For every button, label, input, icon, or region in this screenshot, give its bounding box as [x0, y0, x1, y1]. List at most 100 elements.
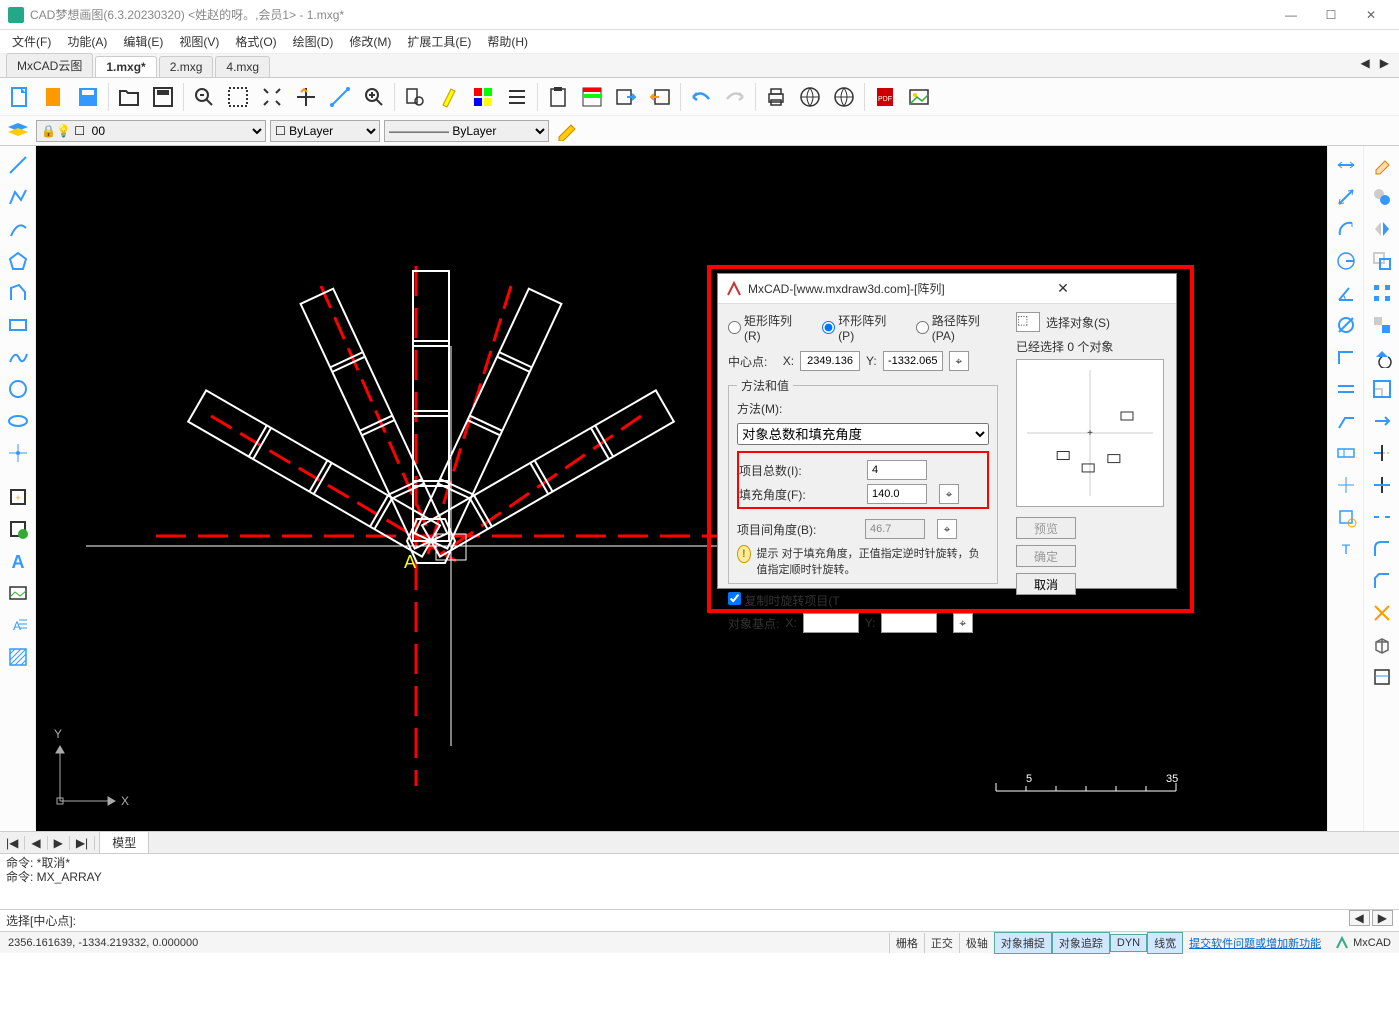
- select-objects-button[interactable]: ⬚: [1016, 312, 1040, 332]
- tab-2mxg[interactable]: 2.mxg: [159, 56, 214, 77]
- zoom-extents-button[interactable]: [256, 81, 288, 113]
- save-button[interactable]: [72, 81, 104, 113]
- web-button[interactable]: [828, 81, 860, 113]
- radio-rect-array[interactable]: 矩形阵列(R): [728, 312, 804, 343]
- menu-file[interactable]: 文件(F): [4, 30, 59, 53]
- mtext-tool[interactable]: A: [3, 610, 33, 640]
- extend-button[interactable]: [1367, 470, 1397, 500]
- mirror-button[interactable]: [1367, 214, 1397, 244]
- dim-angular-button[interactable]: [1331, 278, 1361, 308]
- image-tool[interactable]: [3, 578, 33, 608]
- properties-button[interactable]: [1367, 662, 1397, 692]
- ellipse-tool[interactable]: [3, 406, 33, 436]
- offset-button[interactable]: [1367, 246, 1397, 276]
- point-tool[interactable]: [3, 438, 33, 468]
- zoom-previous-button[interactable]: [188, 81, 220, 113]
- pick-item-angle-button[interactable]: ⌖: [937, 519, 957, 539]
- dim-radius-button[interactable]: [1331, 246, 1361, 276]
- tab-cloud[interactable]: MxCAD云图: [6, 53, 93, 77]
- radio-path-array[interactable]: 路径阵列(PA): [916, 312, 998, 343]
- erase-button[interactable]: [1367, 150, 1397, 180]
- command-input[interactable]: 选择[中心点]: ◀ ▶: [0, 909, 1399, 931]
- tab-prev-button[interactable]: ◀: [1357, 56, 1374, 70]
- pick-base-button[interactable]: ⌖: [953, 613, 973, 633]
- new-file-button[interactable]: [4, 81, 36, 113]
- menu-edit[interactable]: 编辑(E): [115, 30, 171, 53]
- rectangle-tool[interactable]: [3, 310, 33, 340]
- menu-help[interactable]: 帮助(H): [479, 30, 536, 53]
- status-grid[interactable]: 栅格: [889, 933, 924, 953]
- maximize-button[interactable]: ☐: [1311, 1, 1351, 29]
- dialog-close-button[interactable]: ✕: [958, 280, 1168, 297]
- cloud-button[interactable]: [1331, 502, 1361, 532]
- mtab-first[interactable]: |◀: [0, 836, 25, 850]
- status-ortho[interactable]: 正交: [924, 933, 959, 953]
- leader-button[interactable]: [1331, 406, 1361, 436]
- zoom-realtime-button[interactable]: [358, 81, 390, 113]
- radio-polar-array[interactable]: 环形阵列(P): [822, 312, 898, 343]
- edit-pencil-button[interactable]: [553, 119, 581, 143]
- chamfer-button[interactable]: [1367, 566, 1397, 596]
- undo-button[interactable]: [685, 81, 717, 113]
- center-x-input[interactable]: [800, 351, 860, 371]
- cmd-scroll-right[interactable]: ▶: [1372, 910, 1393, 926]
- tab-4mxg[interactable]: 4.mxg: [215, 56, 270, 77]
- preview-button[interactable]: 预览: [1016, 517, 1076, 539]
- linetype-selector[interactable]: ————— ByLayer: [384, 120, 549, 142]
- array-button[interactable]: [1367, 278, 1397, 308]
- text-tool[interactable]: A: [3, 546, 33, 576]
- arc-tool[interactable]: [3, 214, 33, 244]
- status-lweight[interactable]: 线宽: [1147, 932, 1183, 954]
- circle-tool[interactable]: [3, 374, 33, 404]
- status-osnap[interactable]: 对象捕捉: [994, 932, 1052, 954]
- box3d-button[interactable]: [1367, 630, 1397, 660]
- text-style-button[interactable]: T: [1331, 534, 1361, 564]
- hatch-tool[interactable]: [3, 642, 33, 672]
- cancel-button[interactable]: 取消: [1016, 573, 1076, 595]
- highlight-button[interactable]: [433, 81, 465, 113]
- layer-selector[interactable]: 🔒💡 ☐ 00: [36, 120, 266, 142]
- dialog-titlebar[interactable]: MxCAD-[www.mxdraw3d.com]-[阵列] ✕: [718, 274, 1176, 304]
- pan-button[interactable]: [290, 81, 322, 113]
- scale-button[interactable]: [1367, 374, 1397, 404]
- minimize-button[interactable]: —: [1271, 1, 1311, 29]
- line-tool[interactable]: [3, 150, 33, 180]
- redo-button[interactable]: [719, 81, 751, 113]
- menu-modify[interactable]: 修改(M): [341, 30, 399, 53]
- layer-properties-button[interactable]: [576, 81, 608, 113]
- menu-view[interactable]: 视图(V): [171, 30, 227, 53]
- break-button[interactable]: [1367, 502, 1397, 532]
- import-button[interactable]: [644, 81, 676, 113]
- pick-center-button[interactable]: ⌖: [949, 351, 969, 371]
- tab-1mxg[interactable]: 1.mxg*: [95, 56, 156, 77]
- clipboard-button[interactable]: [542, 81, 574, 113]
- menu-function[interactable]: 功能(A): [59, 30, 115, 53]
- layer-manager-button[interactable]: [4, 119, 32, 143]
- polygon-tool[interactable]: [3, 246, 33, 276]
- menu-extension[interactable]: 扩展工具(E): [399, 30, 479, 53]
- fill-angle-input[interactable]: [867, 484, 927, 504]
- block-create-tool[interactable]: [3, 514, 33, 544]
- color-palette-button[interactable]: [467, 81, 499, 113]
- explode-button[interactable]: [1367, 598, 1397, 628]
- status-polar[interactable]: 极轴: [959, 933, 994, 953]
- image-button[interactable]: [903, 81, 935, 113]
- tolerance-button[interactable]: [1331, 438, 1361, 468]
- base-x-input[interactable]: [803, 613, 859, 633]
- export-button[interactable]: [610, 81, 642, 113]
- dim-linear-button[interactable]: [1331, 150, 1361, 180]
- find-button[interactable]: [399, 81, 431, 113]
- feedback-link[interactable]: 提交软件问题或增加新功能: [1183, 935, 1327, 951]
- trim-button[interactable]: [1367, 438, 1397, 468]
- print-button[interactable]: [760, 81, 792, 113]
- status-otrack[interactable]: 对象追踪: [1052, 932, 1110, 954]
- block-insert-tool[interactable]: +: [3, 482, 33, 512]
- pick-fill-angle-button[interactable]: ⌖: [939, 484, 959, 504]
- spline-tool[interactable]: [3, 342, 33, 372]
- pdf-button[interactable]: PDF: [869, 81, 901, 113]
- dim-aligned-button[interactable]: [1331, 182, 1361, 212]
- fillet-button[interactable]: [1367, 534, 1397, 564]
- status-dyn[interactable]: DYN: [1110, 934, 1147, 952]
- move-button[interactable]: [1367, 310, 1397, 340]
- stretch-button[interactable]: [1367, 406, 1397, 436]
